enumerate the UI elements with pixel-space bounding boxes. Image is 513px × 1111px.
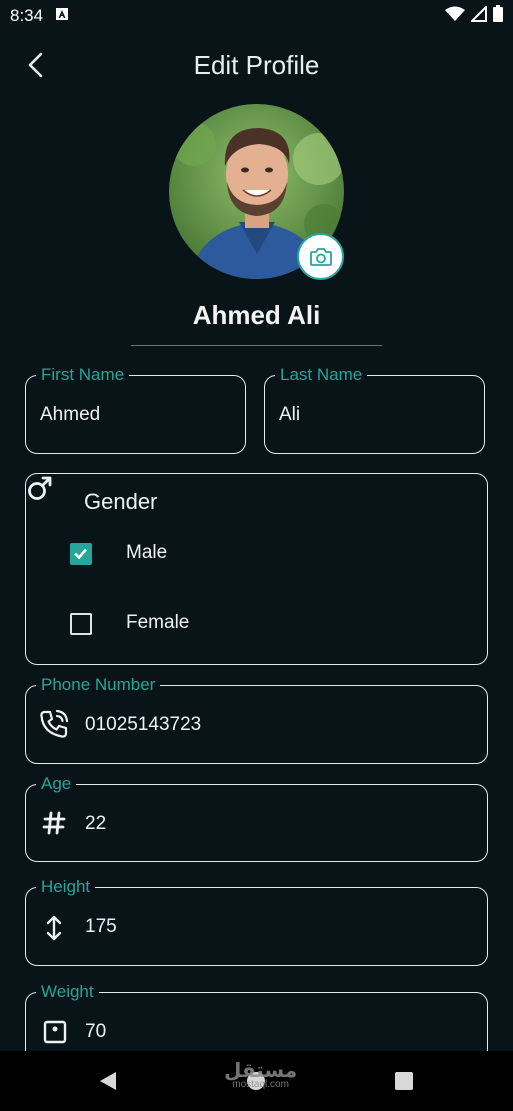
first-name-field[interactable]: First Name Ahmed (25, 365, 246, 454)
first-name-value: Ahmed (40, 404, 101, 425)
phone-icon (38, 708, 70, 745)
phone-value: 01025143723 (85, 714, 202, 735)
notification-icon (55, 6, 69, 26)
wifi-icon (445, 6, 465, 27)
change-photo-button[interactable] (297, 233, 344, 280)
nav-back-button[interactable] (98, 1071, 118, 1096)
last-name-value: Ali (279, 404, 301, 425)
female-label: Female (126, 612, 190, 633)
page-title: Edit Profile (193, 50, 320, 80)
age-value: 22 (85, 813, 107, 834)
height-label: Height (36, 877, 96, 897)
last-name-field[interactable]: Last Name Ali (264, 365, 485, 454)
nav-recents-button[interactable] (395, 1072, 413, 1095)
gender-option-male[interactable]: Male (26, 529, 486, 579)
male-label: Male (126, 542, 168, 563)
height-field[interactable]: Height 175 (25, 877, 488, 966)
age-field[interactable]: Age 22 (25, 774, 488, 862)
scale-icon (43, 1020, 67, 1049)
status-time: 8:34 (10, 6, 44, 25)
watermark-url: mostaql.com (232, 1079, 289, 1090)
height-value: 175 (85, 916, 117, 937)
first-name-label: First Name (36, 365, 130, 385)
divider (131, 345, 382, 346)
gender-option-female[interactable]: Female (26, 599, 486, 649)
hash-icon (42, 811, 66, 840)
battery-icon (493, 5, 503, 27)
nav-recents-icon (395, 1072, 413, 1090)
male-checkbox[interactable] (70, 543, 92, 565)
status-bar: 8:34 (0, 0, 513, 32)
watermark-logo: مستقل mostaql.com (224, 1058, 297, 1090)
profile-name: Ahmed Ali (192, 300, 321, 330)
phone-field[interactable]: Phone Number 01025143723 (25, 675, 488, 764)
gender-group: Gender Male Female (25, 473, 488, 665)
app-bar: Edit Profile (0, 40, 513, 90)
gender-title: Gender (84, 489, 158, 514)
nav-back-icon (100, 1072, 116, 1090)
male-icon (26, 476, 54, 506)
phone-label: Phone Number (36, 675, 161, 695)
vertical-arrows-icon (46, 915, 62, 946)
checkmark-icon (74, 548, 87, 560)
female-checkbox[interactable] (70, 613, 92, 635)
signal-icon (469, 4, 487, 27)
last-name-label: Last Name (275, 365, 368, 385)
weight-value: 70 (85, 1021, 107, 1042)
age-label: Age (36, 774, 77, 794)
camera-icon (309, 247, 332, 266)
weight-label: Weight (36, 982, 99, 1002)
